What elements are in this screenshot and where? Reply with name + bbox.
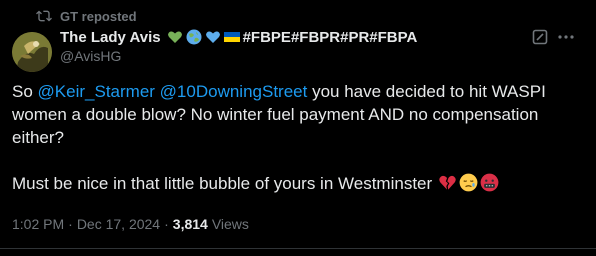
author-name-row[interactable]: The Lady Avis #FBPE#FBPR#PR#FBPA — [60, 27, 588, 47]
grok-icon[interactable] — [532, 29, 548, 45]
author-handle[interactable]: @AvisHG — [60, 47, 588, 66]
green-heart-emoji — [167, 29, 183, 45]
tweet-header: The Lady Avis #FBPE#FBPR#PR#FBPA @AvisHG — [60, 27, 588, 71]
ukraine-flag-emoji — [223, 29, 240, 45]
mention-10-downing-street[interactable]: @10DowningStreet — [160, 82, 308, 101]
tweet-text-segment: Must be nice in that little bubble of yo… — [12, 174, 433, 193]
repost-label: GT reposted — [60, 8, 137, 24]
tweet-time[interactable]: 1:02 PM — [12, 216, 64, 232]
meta-separator: · — [68, 216, 73, 232]
repost-icon — [36, 8, 52, 24]
tweet-meta: 1:02 PM · Dec 17, 2024 · 3,814 Views — [12, 216, 249, 232]
views-label: Views — [211, 216, 249, 232]
blue-heart-emoji — [205, 29, 221, 45]
divider — [0, 248, 596, 249]
tweet-text-segment: So — [12, 82, 38, 101]
repost-indicator[interactable]: GT reposted — [36, 6, 137, 26]
broken-heart-emoji — [438, 173, 457, 192]
tweet-paragraph-1: So @Keir_Starmer @10DowningStreet you ha… — [12, 80, 584, 149]
tweet-paragraph-2: Must be nice in that little bubble of yo… — [12, 172, 584, 195]
author-name-hashtags: #FBPE#FBPR#PR#FBPA — [242, 28, 418, 46]
avatar[interactable] — [12, 32, 52, 72]
more-icon[interactable] — [557, 29, 575, 45]
views-count: 3,814 — [172, 216, 208, 232]
globe-emoji — [186, 29, 202, 45]
tweet-date[interactable]: Dec 17, 2024 — [77, 216, 160, 232]
tweet-text: So @Keir_Starmer @10DowningStreet you ha… — [12, 80, 584, 195]
sad-relieved-face-emoji — [459, 173, 478, 192]
meta-separator: · — [164, 216, 169, 232]
mention-keir-starmer[interactable]: @Keir_Starmer — [38, 82, 155, 101]
author-name[interactable]: The Lady Avis — [60, 29, 161, 46]
face-with-symbols-emoji — [480, 173, 499, 192]
